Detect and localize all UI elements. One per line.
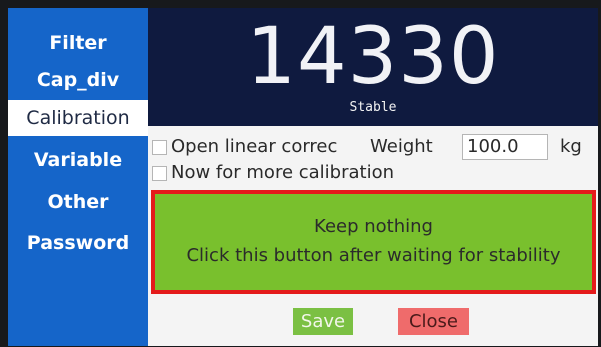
weight-label: Weight — [370, 136, 433, 157]
sidebar-item-label: Password — [26, 232, 130, 254]
sidebar-item-cap-div[interactable]: Cap_div — [8, 62, 148, 98]
sidebar-item-other[interactable]: Other — [8, 184, 148, 220]
sidebar-item-password[interactable]: Password — [8, 225, 148, 261]
sidebar-item-label: Variable — [33, 149, 123, 171]
sidebar-item-label: Other — [47, 191, 109, 213]
weight-display: 14330 Stable — [148, 8, 598, 126]
stable-indicator: Stable — [349, 100, 397, 115]
sidebar-item-filter[interactable]: Filter — [8, 25, 148, 61]
weight-unit: kg — [560, 136, 582, 157]
sidebar-item-calibration[interactable]: Calibration — [8, 100, 148, 136]
close-button[interactable]: Close — [398, 308, 469, 335]
keep-nothing-title: Keep nothing — [314, 216, 433, 237]
save-button[interactable]: Save — [293, 308, 353, 335]
linear-correction-checkbox[interactable] — [152, 140, 167, 155]
touch-screen: Filter Cap_div Calibration Variable Othe… — [8, 8, 598, 346]
weight-readout: 14330 — [246, 12, 500, 102]
calibration-options: Open linear correc Weight 100.0 kg Now f… — [148, 126, 598, 194]
sidebar-item-variable[interactable]: Variable — [8, 142, 148, 178]
more-calibration-checkbox[interactable] — [152, 166, 167, 181]
keep-nothing-instruction: Click this button after waiting for stab… — [186, 245, 561, 266]
sidebar-item-label: Cap_div — [36, 69, 120, 91]
weight-input[interactable]: 100.0 — [462, 134, 548, 160]
sidebar-item-label: Calibration — [26, 107, 130, 129]
keep-nothing-button[interactable]: Keep nothing Click this button after wai… — [151, 190, 596, 294]
sidebar: Filter Cap_div Calibration Variable Othe… — [8, 8, 148, 346]
more-calibration-label: Now for more calibration — [171, 162, 395, 183]
linear-correction-label: Open linear correc — [171, 136, 338, 157]
sidebar-item-label: Filter — [49, 32, 107, 54]
